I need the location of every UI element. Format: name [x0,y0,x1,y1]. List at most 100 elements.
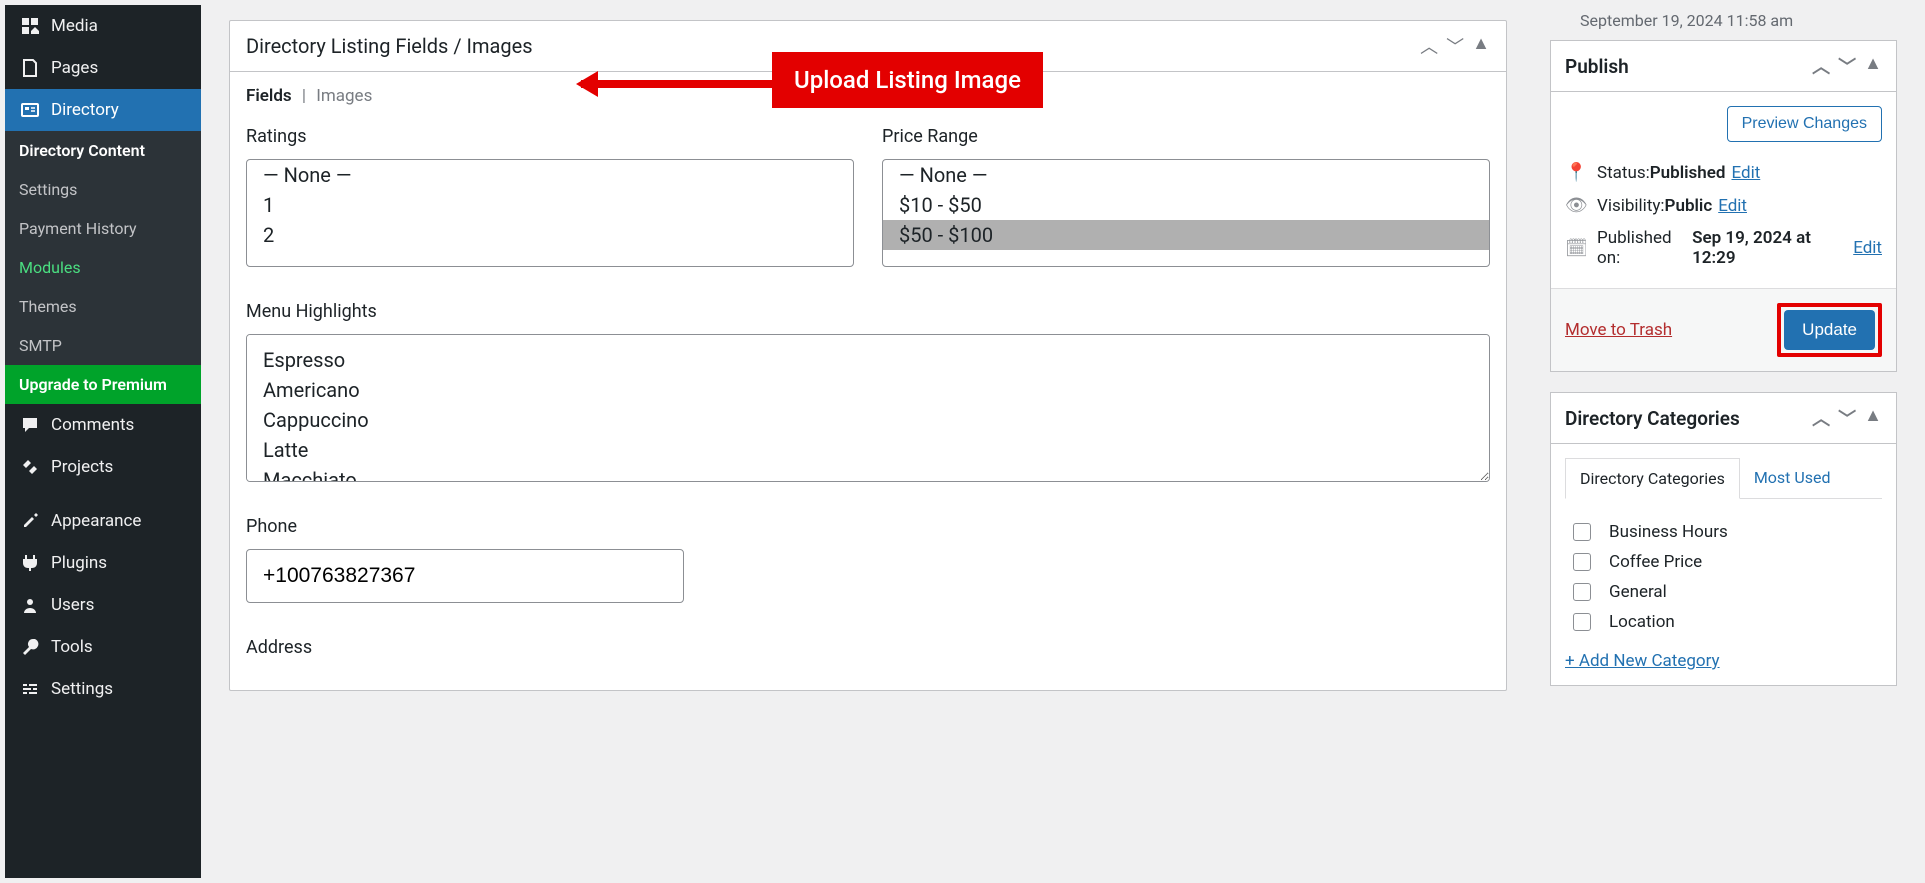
checkbox[interactable] [1573,613,1591,631]
sidebar-sub-smtp[interactable]: SMTP [5,326,201,365]
update-button[interactable]: Update [1784,310,1875,350]
sidebar-item-users[interactable]: Users [5,584,201,626]
panel-controls: ︿ ﹀ ▲ [1420,33,1490,59]
price-option-1[interactable]: $10 - $50 [883,190,1489,220]
visibility-label: Visibility: [1597,196,1665,216]
sidebar-item-settings[interactable]: Settings [5,668,201,710]
cat-tab-most-used[interactable]: Most Used [1740,458,1845,498]
price-range-label: Price Range [882,126,1490,147]
sidebar-sub-settings[interactable]: Settings [5,170,201,209]
publish-box: Publish ︿ ﹀ ▲ Preview Changes 📍 Status: … [1550,40,1897,372]
sidebar-label: Tools [51,637,93,657]
tab-fields[interactable]: Fields [246,86,292,106]
category-item[interactable]: General [1565,577,1882,607]
callout-arrow [581,80,773,88]
directory-icon [19,99,41,121]
sidebar-item-pages[interactable]: Pages [5,47,201,89]
categories-box: Directory Categories ︿ ﹀ ▲ Directory Cat… [1550,392,1897,686]
status-row: 📍 Status: Published Edit [1565,156,1882,189]
chevron-down-icon[interactable]: ﹀ [1446,33,1464,59]
panel-title: Directory Listing Fields / Images [246,34,533,58]
category-item[interactable]: Location [1565,607,1882,637]
category-item[interactable]: Coffee Price [1565,547,1882,577]
top-timestamp: September 19, 2024 11:58 am [1550,5,1897,40]
categories-title: Directory Categories [1565,407,1740,430]
sidebar-item-directory[interactable]: Directory [5,89,201,131]
sidebar-sub-content[interactable]: Directory Content [5,131,201,170]
menu-item: Macchiato [263,465,1473,482]
listing-fields-panel: Directory Listing Fields / Images ︿ ﹀ ▲ … [229,20,1507,691]
triangle-up-icon[interactable]: ▲ [1864,405,1882,431]
category-label: Location [1609,612,1675,632]
sidebar-item-projects[interactable]: Projects [5,446,201,488]
sidebar-item-tools[interactable]: Tools [5,626,201,668]
pages-icon [19,57,41,79]
chevron-up-icon[interactable]: ︿ [1812,405,1830,431]
plugins-icon [19,552,41,574]
chevron-up-icon[interactable]: ︿ [1420,33,1438,59]
sidebar-sub-themes[interactable]: Themes [5,287,201,326]
phone-input[interactable] [246,549,684,603]
cat-tab-all[interactable]: Directory Categories [1565,458,1740,499]
menu-item: Latte [263,435,1473,465]
price-range-select[interactable]: — None — $10 - $50 $50 - $100 [882,159,1490,267]
sidebar-sub-modules[interactable]: Modules [5,248,201,287]
chevron-up-icon[interactable]: ︿ [1812,53,1830,79]
checkbox[interactable] [1573,583,1591,601]
sidebar-label: Users [51,595,94,615]
menu-highlights-textarea[interactable]: Espresso Americano Cappuccino Latte Macc… [246,334,1490,482]
sidebar-submenu: Directory Content Settings Payment Histo… [5,131,201,404]
eye-icon: 👁 [1565,195,1587,216]
price-option-2[interactable]: $50 - $100 [883,220,1489,250]
menu-highlights-label: Menu Highlights [246,301,1490,322]
price-option-none[interactable]: — None — [883,160,1489,190]
ratings-select[interactable]: — None — 1 2 [246,159,854,267]
triangle-up-icon[interactable]: ▲ [1864,53,1882,79]
preview-changes-button[interactable]: Preview Changes [1727,106,1882,142]
sidebar-item-appearance[interactable]: Appearance [5,500,201,542]
category-label: Coffee Price [1609,552,1702,572]
sidebar-label: Directory [51,100,119,120]
sidebar-label: Pages [51,58,98,78]
categories-header: Directory Categories ︿ ﹀ ▲ [1551,393,1896,444]
projects-icon [19,456,41,478]
ratings-option-none[interactable]: — None — [247,160,853,190]
sidebar-label: Comments [51,415,134,435]
category-list: Business Hours Coffee Price General Loca… [1565,513,1882,651]
move-to-trash-link[interactable]: Move to Trash [1565,320,1672,340]
triangle-up-icon[interactable]: ▲ [1472,33,1490,59]
update-highlight: Update [1777,303,1882,357]
sidebar-item-plugins[interactable]: Plugins [5,542,201,584]
published-label: Published on: [1597,228,1692,268]
menu-item: Cappuccino [263,405,1473,435]
menu-item: Espresso [263,345,1473,375]
tab-images[interactable]: Images [316,86,372,106]
sidebar-item-media[interactable]: Media [5,5,201,47]
sidebar-sub-payment[interactable]: Payment History [5,209,201,248]
edit-published-link[interactable]: Edit [1853,238,1882,258]
appearance-icon [19,510,41,532]
media-icon [19,15,41,37]
sidebar-sub-upgrade[interactable]: Upgrade to Premium [5,365,201,404]
comments-icon [19,414,41,436]
status-label: Status: [1597,163,1650,183]
sidebar-label: Appearance [51,511,141,531]
category-item[interactable]: Business Hours [1565,517,1882,547]
ratings-option-2[interactable]: 2 [247,220,853,250]
visibility-row: 👁 Visibility: Public Edit [1565,189,1882,222]
ratings-option-1[interactable]: 1 [247,190,853,220]
checkbox[interactable] [1573,553,1591,571]
sidebar-item-comments[interactable]: Comments [5,404,201,446]
add-new-category-link[interactable]: + Add New Category [1565,651,1882,671]
publish-header: Publish ︿ ﹀ ▲ [1551,41,1896,92]
chevron-down-icon[interactable]: ﹀ [1838,405,1856,431]
right-sidebar: September 19, 2024 11:58 am Publish ︿ ﹀ … [1550,0,1897,706]
chevron-down-icon[interactable]: ﹀ [1838,53,1856,79]
checkbox[interactable] [1573,523,1591,541]
edit-status-link[interactable]: Edit [1731,163,1760,183]
tab-separator: | [302,86,306,106]
publish-title: Publish [1565,55,1629,78]
edit-visibility-link[interactable]: Edit [1718,196,1747,216]
published-value: Sep 19, 2024 at 12:29 [1692,228,1847,268]
sidebar-label: Projects [51,457,113,477]
